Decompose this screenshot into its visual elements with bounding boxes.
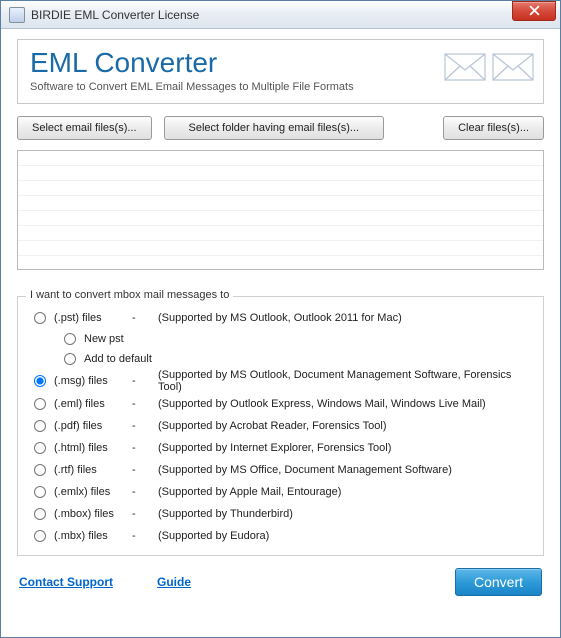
list-row bbox=[18, 151, 543, 166]
format-description: (Supported by MS Office, Document Manage… bbox=[158, 464, 452, 476]
format-description: (Supported by Outlook Express, Windows M… bbox=[158, 398, 486, 410]
format-label: (.emlx) files bbox=[54, 486, 132, 498]
format-option-row: (.pst) files-(Supported by MS Outlook, O… bbox=[28, 307, 533, 329]
format-option-row: (.eml) files-(Supported by Outlook Expre… bbox=[28, 393, 533, 415]
envelope-icon bbox=[443, 48, 487, 82]
format-label: (.pst) files bbox=[54, 312, 132, 324]
format-option-row: (.rtf) files-(Supported by MS Office, Do… bbox=[28, 459, 533, 481]
content-area: EML Converter Software to Convert EML Em… bbox=[1, 29, 560, 608]
dash-separator: - bbox=[132, 420, 158, 432]
titlebar: BIRDIE EML Converter License bbox=[1, 1, 560, 29]
format-label: (.eml) files bbox=[54, 398, 132, 410]
list-row bbox=[18, 211, 543, 226]
format-sub-label: New pst bbox=[84, 333, 124, 345]
format-option-row: (.emlx) files-(Supported by Apple Mail, … bbox=[28, 481, 533, 503]
format-description: (Supported by Apple Mail, Entourage) bbox=[158, 486, 341, 498]
format-sub-label: Add to default bbox=[84, 353, 152, 365]
list-row bbox=[18, 256, 543, 270]
format-radio[interactable] bbox=[34, 530, 46, 542]
dash-separator: - bbox=[132, 530, 158, 542]
format-option-row: (.mbox) files-(Supported by Thunderbird) bbox=[28, 503, 533, 525]
dash-separator: - bbox=[132, 486, 158, 498]
dash-separator: - bbox=[132, 464, 158, 476]
group-legend: I want to convert mbox mail messages to bbox=[26, 289, 233, 301]
list-row bbox=[18, 241, 543, 256]
format-radio[interactable] bbox=[34, 486, 46, 498]
format-radio[interactable] bbox=[34, 398, 46, 410]
list-row bbox=[18, 196, 543, 211]
close-icon bbox=[529, 5, 540, 16]
dash-separator: - bbox=[132, 312, 158, 324]
envelope-decoration bbox=[443, 48, 535, 82]
window-title: BIRDIE EML Converter License bbox=[31, 8, 512, 22]
format-option-row: (.mbx) files-(Supported by Eudora) bbox=[28, 525, 533, 547]
format-label: (.pdf) files bbox=[54, 420, 132, 432]
format-sub-option-row: New pst bbox=[28, 329, 533, 349]
action-button-row: Select email files(s)... Select folder h… bbox=[17, 116, 544, 140]
format-sub-option-row: Add to default bbox=[28, 349, 533, 369]
format-description: (Supported by Thunderbird) bbox=[158, 508, 293, 520]
convert-button[interactable]: Convert bbox=[455, 568, 542, 596]
spacer bbox=[396, 116, 431, 140]
dash-separator: - bbox=[132, 508, 158, 520]
app-icon bbox=[9, 7, 25, 23]
contact-support-link[interactable]: Contact Support bbox=[19, 575, 113, 589]
format-radio[interactable] bbox=[34, 508, 46, 520]
header-band: EML Converter Software to Convert EML Em… bbox=[17, 39, 544, 104]
format-label: (.mbx) files bbox=[54, 530, 132, 542]
format-description: (Supported by Internet Explorer, Forensi… bbox=[158, 442, 391, 454]
list-row bbox=[18, 166, 543, 181]
close-button[interactable] bbox=[512, 1, 556, 21]
files-listbox[interactable] bbox=[17, 150, 544, 270]
format-radio[interactable] bbox=[34, 312, 46, 324]
format-option-row: (.html) files-(Supported by Internet Exp… bbox=[28, 437, 533, 459]
format-sub-radio[interactable] bbox=[64, 333, 76, 345]
select-files-button[interactable]: Select email files(s)... bbox=[17, 116, 152, 140]
list-row bbox=[18, 181, 543, 196]
guide-link[interactable]: Guide bbox=[157, 575, 191, 589]
dash-separator: - bbox=[132, 398, 158, 410]
format-description: (Supported by MS Outlook, Outlook 2011 f… bbox=[158, 312, 402, 324]
format-option-row: (.pdf) files-(Supported by Acrobat Reade… bbox=[28, 415, 533, 437]
format-radio[interactable] bbox=[34, 464, 46, 476]
format-label: (.mbox) files bbox=[54, 508, 132, 520]
format-label: (.msg) files bbox=[54, 375, 132, 387]
format-description: (Supported by MS Outlook, Document Manag… bbox=[158, 369, 533, 393]
footer: Contact Support Guide Convert bbox=[17, 568, 544, 596]
format-sub-radio[interactable] bbox=[64, 353, 76, 365]
format-radio[interactable] bbox=[34, 375, 46, 387]
dash-separator: - bbox=[132, 442, 158, 454]
select-folder-button[interactable]: Select folder having email files(s)... bbox=[164, 116, 385, 140]
format-radio[interactable] bbox=[34, 420, 46, 432]
format-option-row: (.msg) files-(Supported by MS Outlook, D… bbox=[28, 369, 533, 393]
format-label: (.rtf) files bbox=[54, 464, 132, 476]
app-subtitle: Software to Convert EML Email Messages t… bbox=[30, 81, 531, 93]
clear-files-button[interactable]: Clear files(s)... bbox=[443, 116, 544, 140]
format-groupbox: I want to convert mbox mail messages to … bbox=[17, 296, 544, 556]
format-radio[interactable] bbox=[34, 442, 46, 454]
format-label: (.html) files bbox=[54, 442, 132, 454]
envelope-icon bbox=[491, 48, 535, 82]
format-description: (Supported by Acrobat Reader, Forensics … bbox=[158, 420, 386, 432]
list-row bbox=[18, 226, 543, 241]
dash-separator: - bbox=[132, 375, 158, 387]
format-description: (Supported by Eudora) bbox=[158, 530, 269, 542]
